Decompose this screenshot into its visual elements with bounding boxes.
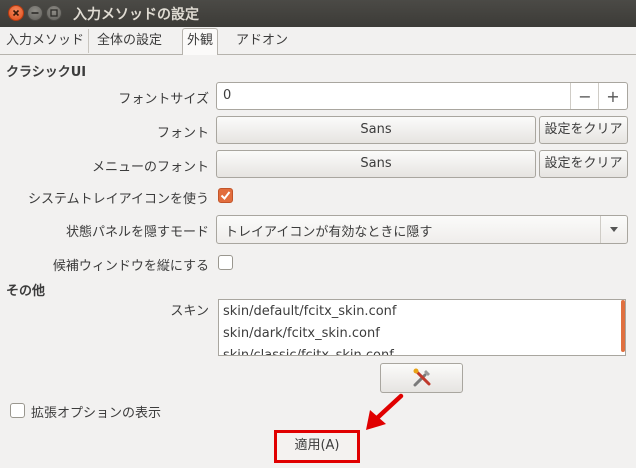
- increment-button[interactable]: +: [598, 83, 627, 109]
- section-classic-ui: クラシックUI: [6, 65, 87, 80]
- list-item[interactable]: skin/classic/fcitx_skin.conf: [223, 348, 394, 355]
- skin-list-scrollbar[interactable]: [621, 300, 625, 352]
- tab-bar: 入力メソッド 全体の設定 外観 アドオン: [0, 27, 636, 55]
- font-size-value: 0: [223, 88, 232, 103]
- list-item[interactable]: skin/dark/fcitx_skin.conf: [223, 326, 380, 341]
- tab-input-method[interactable]: 入力メソッド: [2, 29, 90, 53]
- tray-icon-label: システムトレイアイコンを使う: [28, 192, 209, 207]
- section-other: その他: [6, 284, 46, 299]
- list-item[interactable]: skin/default/fcitx_skin.conf: [223, 304, 396, 319]
- font-select-button[interactable]: Sans: [216, 116, 536, 144]
- close-button[interactable]: [8, 5, 24, 21]
- maximize-button[interactable]: [46, 5, 62, 21]
- vertical-candidate-checkbox[interactable]: [218, 255, 233, 270]
- menu-font-label: メニューのフォント: [91, 160, 209, 175]
- minimize-icon: [31, 12, 39, 14]
- skin-list[interactable]: skin/default/fcitx_skin.conf skin/dark/f…: [218, 299, 626, 356]
- apply-button[interactable]: 適用(A): [274, 430, 360, 463]
- title-bar: 入力メソッドの設定: [0, 0, 636, 27]
- font-size-label: フォントサイズ: [118, 92, 209, 107]
- decrement-button[interactable]: −: [570, 83, 599, 109]
- dropdown-arrow: [600, 216, 627, 243]
- maximize-icon: [50, 9, 58, 17]
- tools-icon: [413, 368, 431, 387]
- menu-font-select-button[interactable]: Sans: [216, 150, 536, 178]
- minimize-button[interactable]: [27, 5, 43, 21]
- tab-addons[interactable]: アドオン: [232, 29, 292, 53]
- font-label: フォント: [156, 126, 209, 141]
- chevron-down-icon: [610, 227, 618, 232]
- hide-mode-label: 状態パネルを隠すモード: [65, 225, 209, 240]
- font-clear-button[interactable]: 設定をクリア: [539, 116, 628, 144]
- hide-mode-dropdown[interactable]: トレイアイコンが有効なときに隠す: [216, 215, 628, 244]
- skin-label: スキン: [170, 304, 209, 319]
- hide-mode-value: トレイアイコンが有効なときに隠す: [225, 225, 433, 240]
- annotation-arrow-icon: [366, 393, 404, 430]
- tab-global-settings[interactable]: 全体の設定: [93, 29, 166, 53]
- checkmark-icon: [220, 191, 231, 201]
- advanced-options-label: 拡張オプションの表示: [31, 406, 162, 421]
- window-title: 入力メソッドの設定: [73, 7, 199, 23]
- close-icon: [12, 9, 20, 17]
- vertical-candidate-label: 候補ウィンドウを縦にする: [52, 259, 209, 274]
- tray-icon-checkbox[interactable]: [218, 188, 233, 203]
- tab-appearance[interactable]: 外観: [182, 28, 219, 55]
- advanced-options-checkbox[interactable]: [10, 403, 25, 418]
- menu-font-clear-button[interactable]: 設定をクリア: [539, 150, 628, 178]
- font-size-spinner[interactable]: 0 − +: [216, 82, 628, 110]
